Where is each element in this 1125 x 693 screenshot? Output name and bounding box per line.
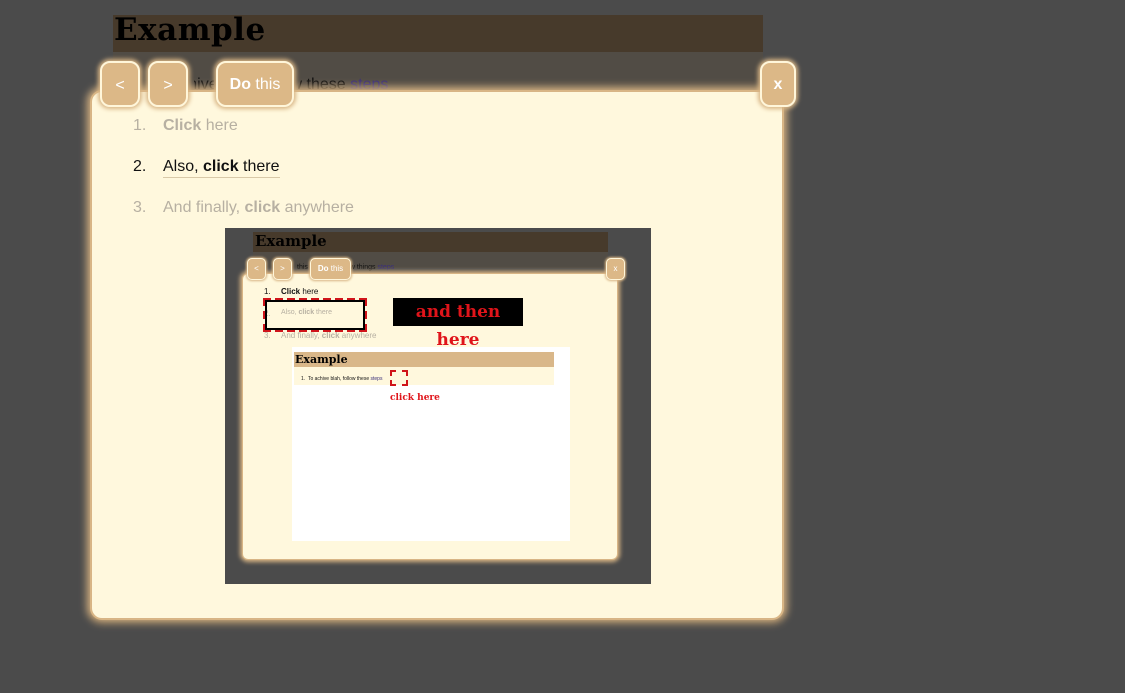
preview-prev-button: < [247, 258, 266, 280]
close-button[interactable]: x [760, 61, 796, 107]
preview-close-button: x [606, 258, 625, 280]
step-text: And finally, click anywhere [163, 199, 354, 216]
step-text: Click here [163, 117, 238, 134]
preview-callout: and then here [393, 298, 523, 350]
prev-step-button[interactable]: < [100, 61, 140, 107]
do-this-rest: this [250, 76, 281, 93]
step-number: 1. [133, 117, 147, 134]
preview-next-button: > [273, 258, 292, 280]
do-this-bold: Do [229, 76, 251, 93]
step-text: Also, click there [163, 158, 280, 178]
nested-title: Example [295, 353, 348, 366]
preview-page-title: Example [255, 232, 327, 250]
do-this-button[interactable]: Do this [216, 61, 294, 107]
preview-do-this-button: Do this [310, 258, 351, 280]
preview-nested-screenshot: Example 1. To achive blah, follow these … [292, 347, 570, 541]
step-screenshot-preview: Example this w things steps < > Do this … [225, 228, 651, 584]
nested-highlight-box [390, 370, 408, 386]
nested-line: 1. To achive blah, follow these steps [301, 376, 383, 382]
preview-highlight-box [263, 298, 367, 332]
nested-callout: click here [390, 393, 440, 403]
step-number: 2. [133, 158, 147, 175]
step-number: 3. [133, 199, 147, 216]
next-step-button[interactable]: > [148, 61, 188, 107]
page-title: Example [114, 12, 266, 48]
